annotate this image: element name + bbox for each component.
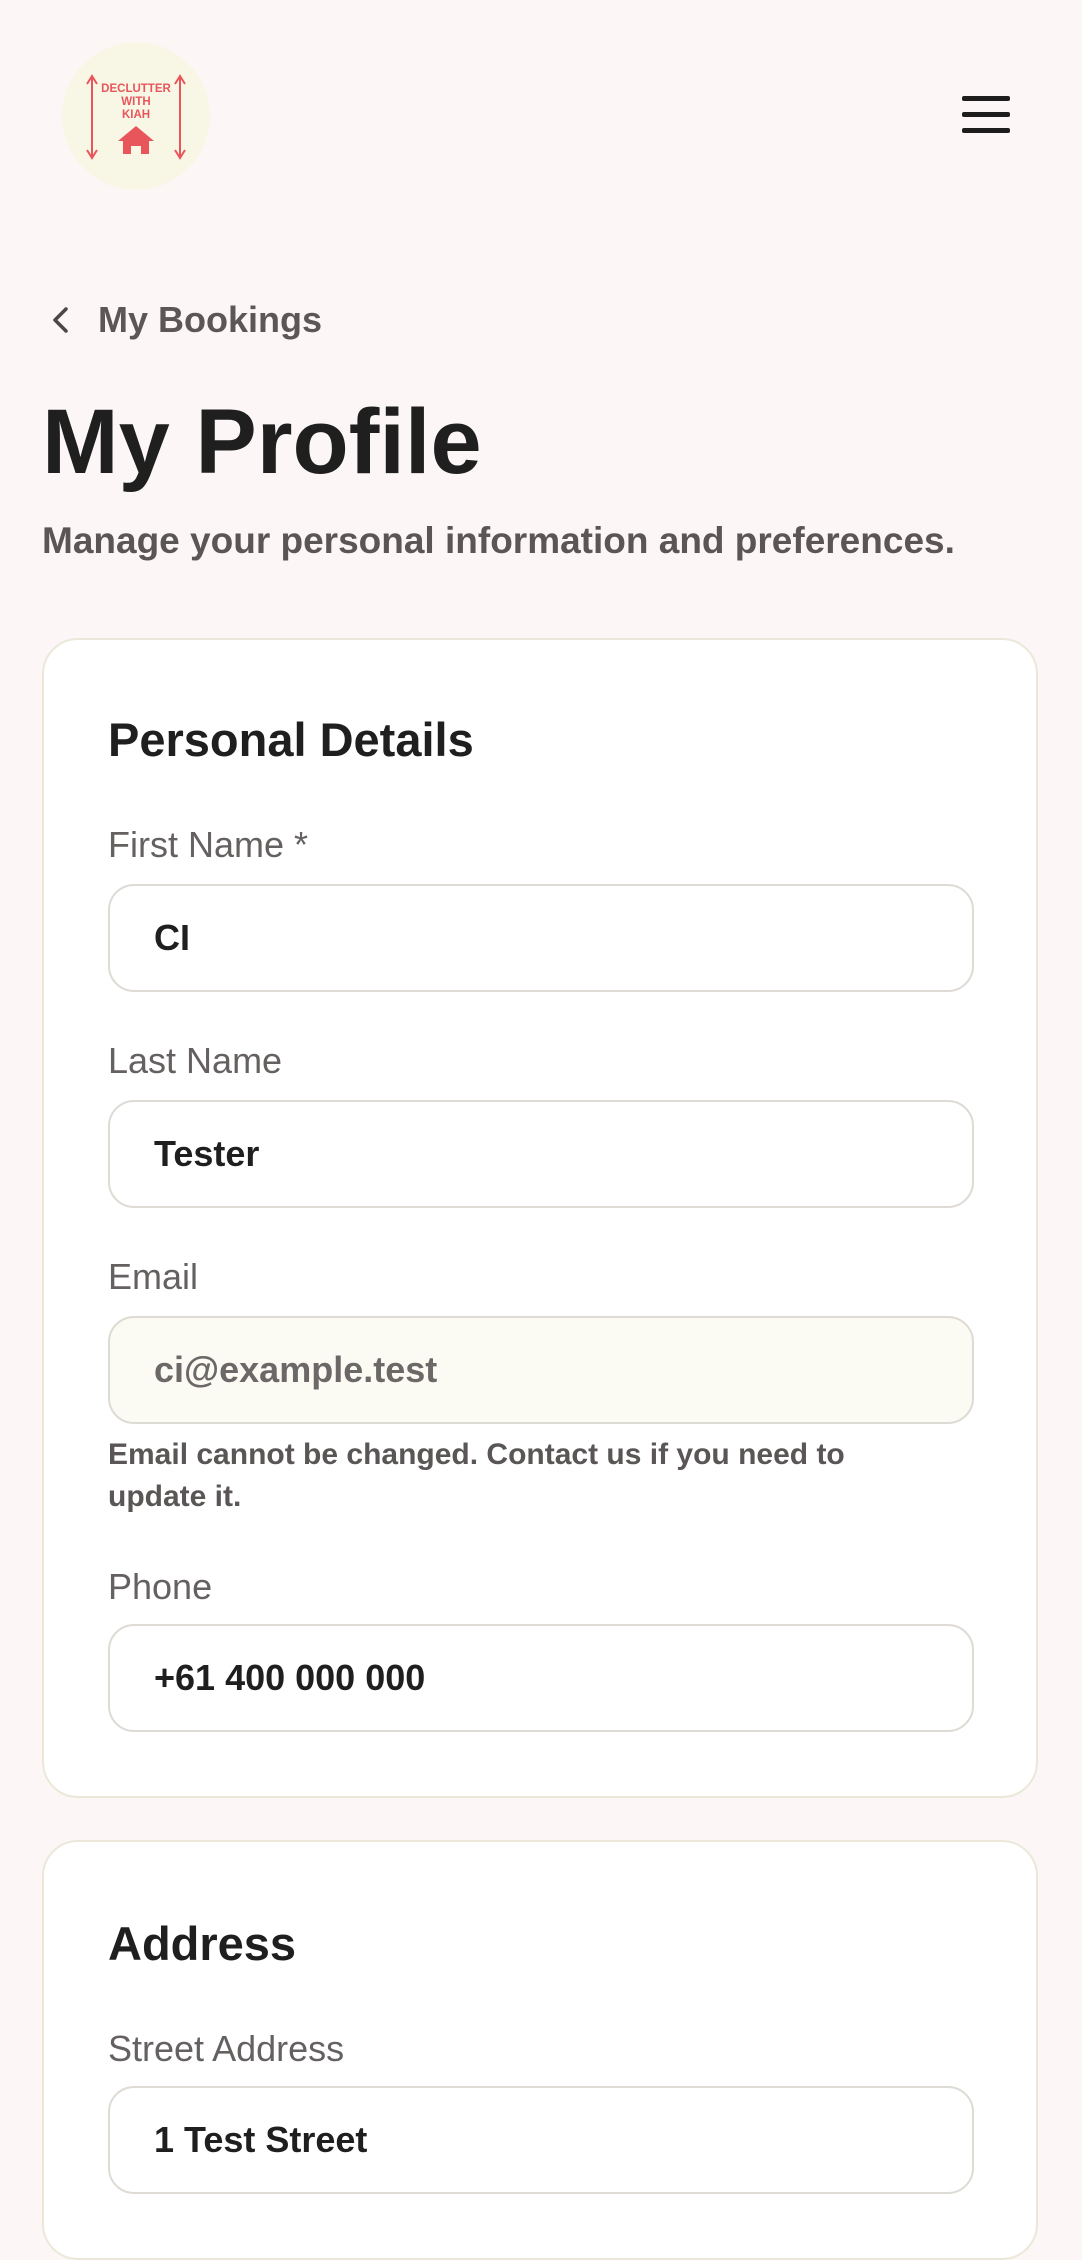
- page-title: My Profile: [42, 391, 482, 493]
- chevron-left-icon: [53, 307, 68, 333]
- menu-button[interactable]: [956, 88, 1016, 140]
- header: DECLUTTER WITH KIAH: [0, 0, 1082, 230]
- last-name-input[interactable]: [108, 1100, 974, 1208]
- brand-logo[interactable]: DECLUTTER WITH KIAH: [62, 42, 210, 190]
- logo-line-2: WITH: [121, 96, 150, 108]
- street-address-input[interactable]: [108, 2086, 974, 2194]
- house-icon: [118, 126, 154, 154]
- back-to-bookings-link[interactable]: My Bookings: [42, 296, 322, 344]
- first-name-label: First Name *: [108, 824, 309, 865]
- logo-graphic: DECLUTTER WITH KIAH: [86, 74, 186, 160]
- street-address-label: Street Address: [108, 2028, 345, 2069]
- address-card: Address Street Address: [42, 1840, 1038, 2260]
- back-link-label: My Bookings: [98, 299, 323, 340]
- personal-details-card: Personal Details First Name * Last Name …: [42, 638, 1038, 1798]
- email-label: Email: [108, 1256, 199, 1297]
- hamburger-icon: [962, 96, 1010, 101]
- phone-label: Phone: [108, 1566, 213, 1607]
- personal-details-title: Personal Details: [108, 713, 474, 766]
- email-input: [108, 1316, 974, 1424]
- first-name-input[interactable]: [108, 884, 974, 992]
- email-helper-text: Email cannot be changed. Contact us if y…: [108, 1438, 845, 1513]
- phone-input[interactable]: [108, 1624, 974, 1732]
- address-title: Address: [108, 1917, 297, 1970]
- logo-line-1: DECLUTTER: [101, 83, 171, 95]
- last-name-label: Last Name: [108, 1040, 283, 1081]
- logo-line-3: KIAH: [122, 109, 150, 121]
- page-subtitle: Manage your personal information and pre…: [42, 520, 955, 561]
